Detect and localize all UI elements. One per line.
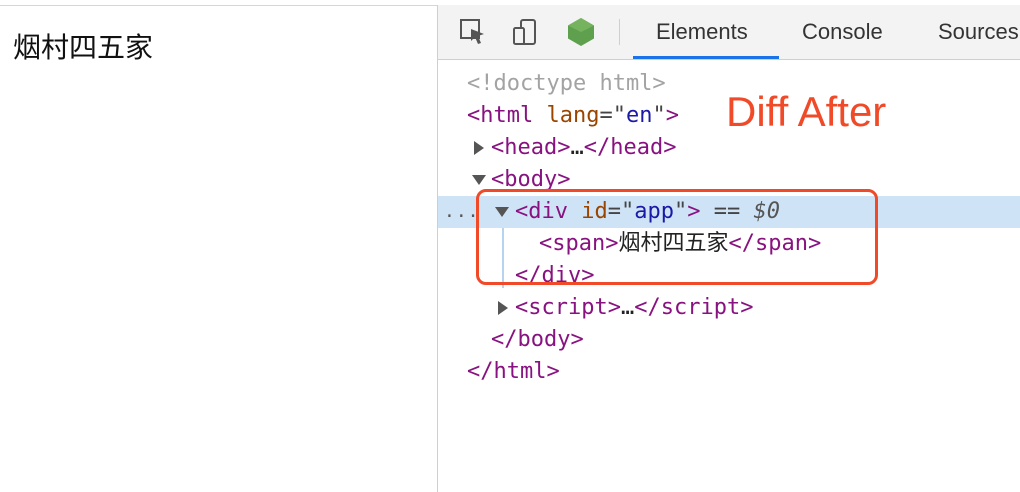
devtools-toolbar: Elements Console Sources xyxy=(438,5,1020,60)
head-collapsed-ellipsis: … xyxy=(570,135,584,160)
dom-line-html-close[interactable]: </html> xyxy=(438,356,1020,388)
head-close-tag-name: head xyxy=(610,135,664,160)
toolbar-separator xyxy=(619,19,620,45)
script-tag-name: script xyxy=(528,295,608,320)
expand-script-arrow-icon[interactable] xyxy=(498,301,508,315)
tab-console[interactable]: Console xyxy=(802,5,883,59)
html-close-tag-name: html xyxy=(493,359,547,384)
lang-attr-name: lang xyxy=(546,103,600,128)
dom-line-head[interactable]: <head>…</head> xyxy=(438,132,1020,164)
dom-line-body-close[interactable]: </body> xyxy=(438,324,1020,356)
tab-elements[interactable]: Elements xyxy=(656,5,748,59)
html-tag-name: html xyxy=(480,103,534,128)
inspect-element-icon[interactable] xyxy=(458,17,488,47)
device-toolbar-icon[interactable] xyxy=(510,17,540,47)
head-tag-name: head xyxy=(504,135,558,160)
expand-head-arrow-icon[interactable] xyxy=(474,141,484,155)
dom-line-script[interactable]: <script>…</script> xyxy=(438,292,1020,324)
active-tab-indicator xyxy=(633,56,779,59)
selected-row-gutter-ellipsis[interactable]: ... xyxy=(444,196,480,228)
body-close-tag-name: body xyxy=(517,327,571,352)
diff-highlight-box xyxy=(476,189,878,285)
node-icon[interactable] xyxy=(566,17,596,47)
rendered-span-text: 烟村四五家 xyxy=(13,31,154,64)
page-viewport: 烟村四五家 xyxy=(0,6,437,492)
script-close-tag-name: script xyxy=(660,295,741,320)
diff-after-annotation: Diff After xyxy=(726,88,887,135)
script-collapsed-ellipsis: … xyxy=(620,295,635,320)
lang-attr-value: en xyxy=(625,103,653,128)
doctype-text: <!doctype html> xyxy=(467,71,666,96)
tab-sources[interactable]: Sources xyxy=(938,5,1019,59)
collapse-body-arrow-icon[interactable] xyxy=(472,175,486,185)
